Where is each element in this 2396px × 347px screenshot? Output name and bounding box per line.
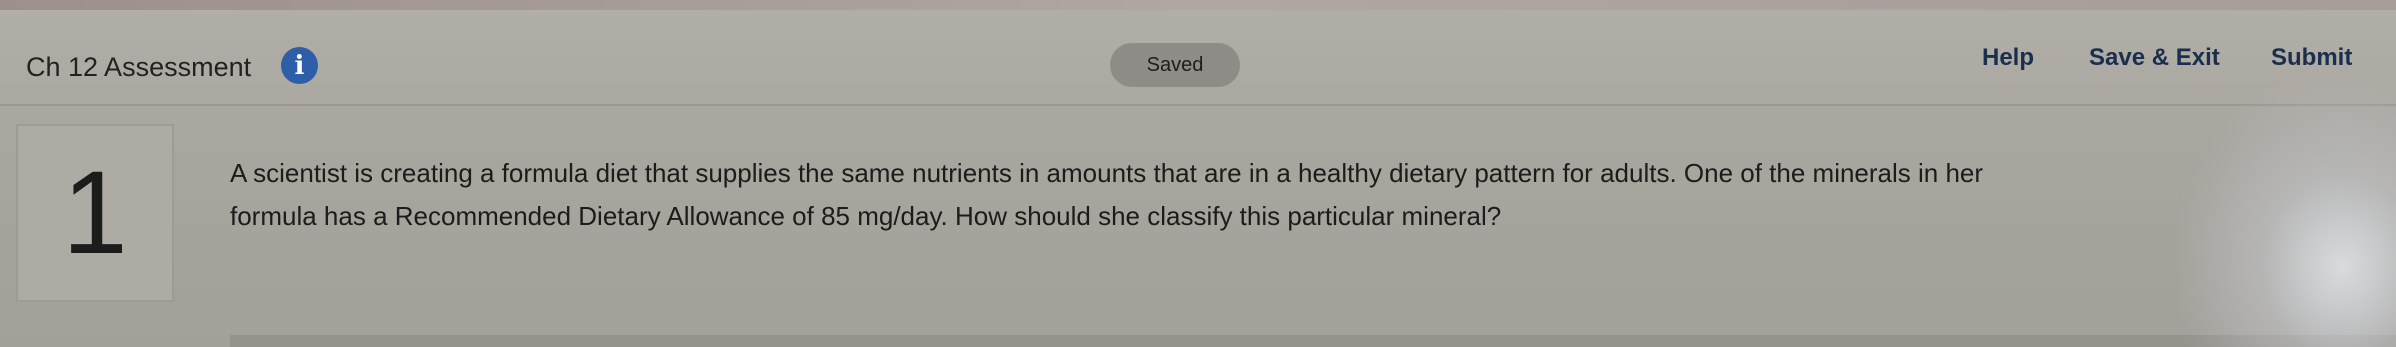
status-badge: Saved <box>1110 43 1240 87</box>
help-button[interactable]: Help <box>1982 44 2034 72</box>
submit-button[interactable]: Submit <box>2271 44 2352 72</box>
page-title: Ch 12 Assessment <box>26 52 252 82</box>
question-number-box: 1 <box>16 124 174 302</box>
assessment-page: Ch 12 Assessment i Saved Help Save & Exi… <box>0 0 2396 347</box>
question-text-line-1: A scientist is creating a formula diet t… <box>230 158 1984 188</box>
answer-area-edge <box>230 335 2396 347</box>
info-icon[interactable]: i <box>281 47 318 84</box>
assessment-header: Ch 12 Assessment i Saved Help Save & Exi… <box>0 10 2396 106</box>
question-number: 1 <box>62 147 128 279</box>
question-text: A scientist is creating a formula diet t… <box>230 152 2290 238</box>
save-exit-button[interactable]: Save & Exit <box>2089 44 2220 72</box>
top-edge <box>0 0 2396 10</box>
question-text-line-2: formula has a Recommended Dietary Allowa… <box>230 201 1502 231</box>
